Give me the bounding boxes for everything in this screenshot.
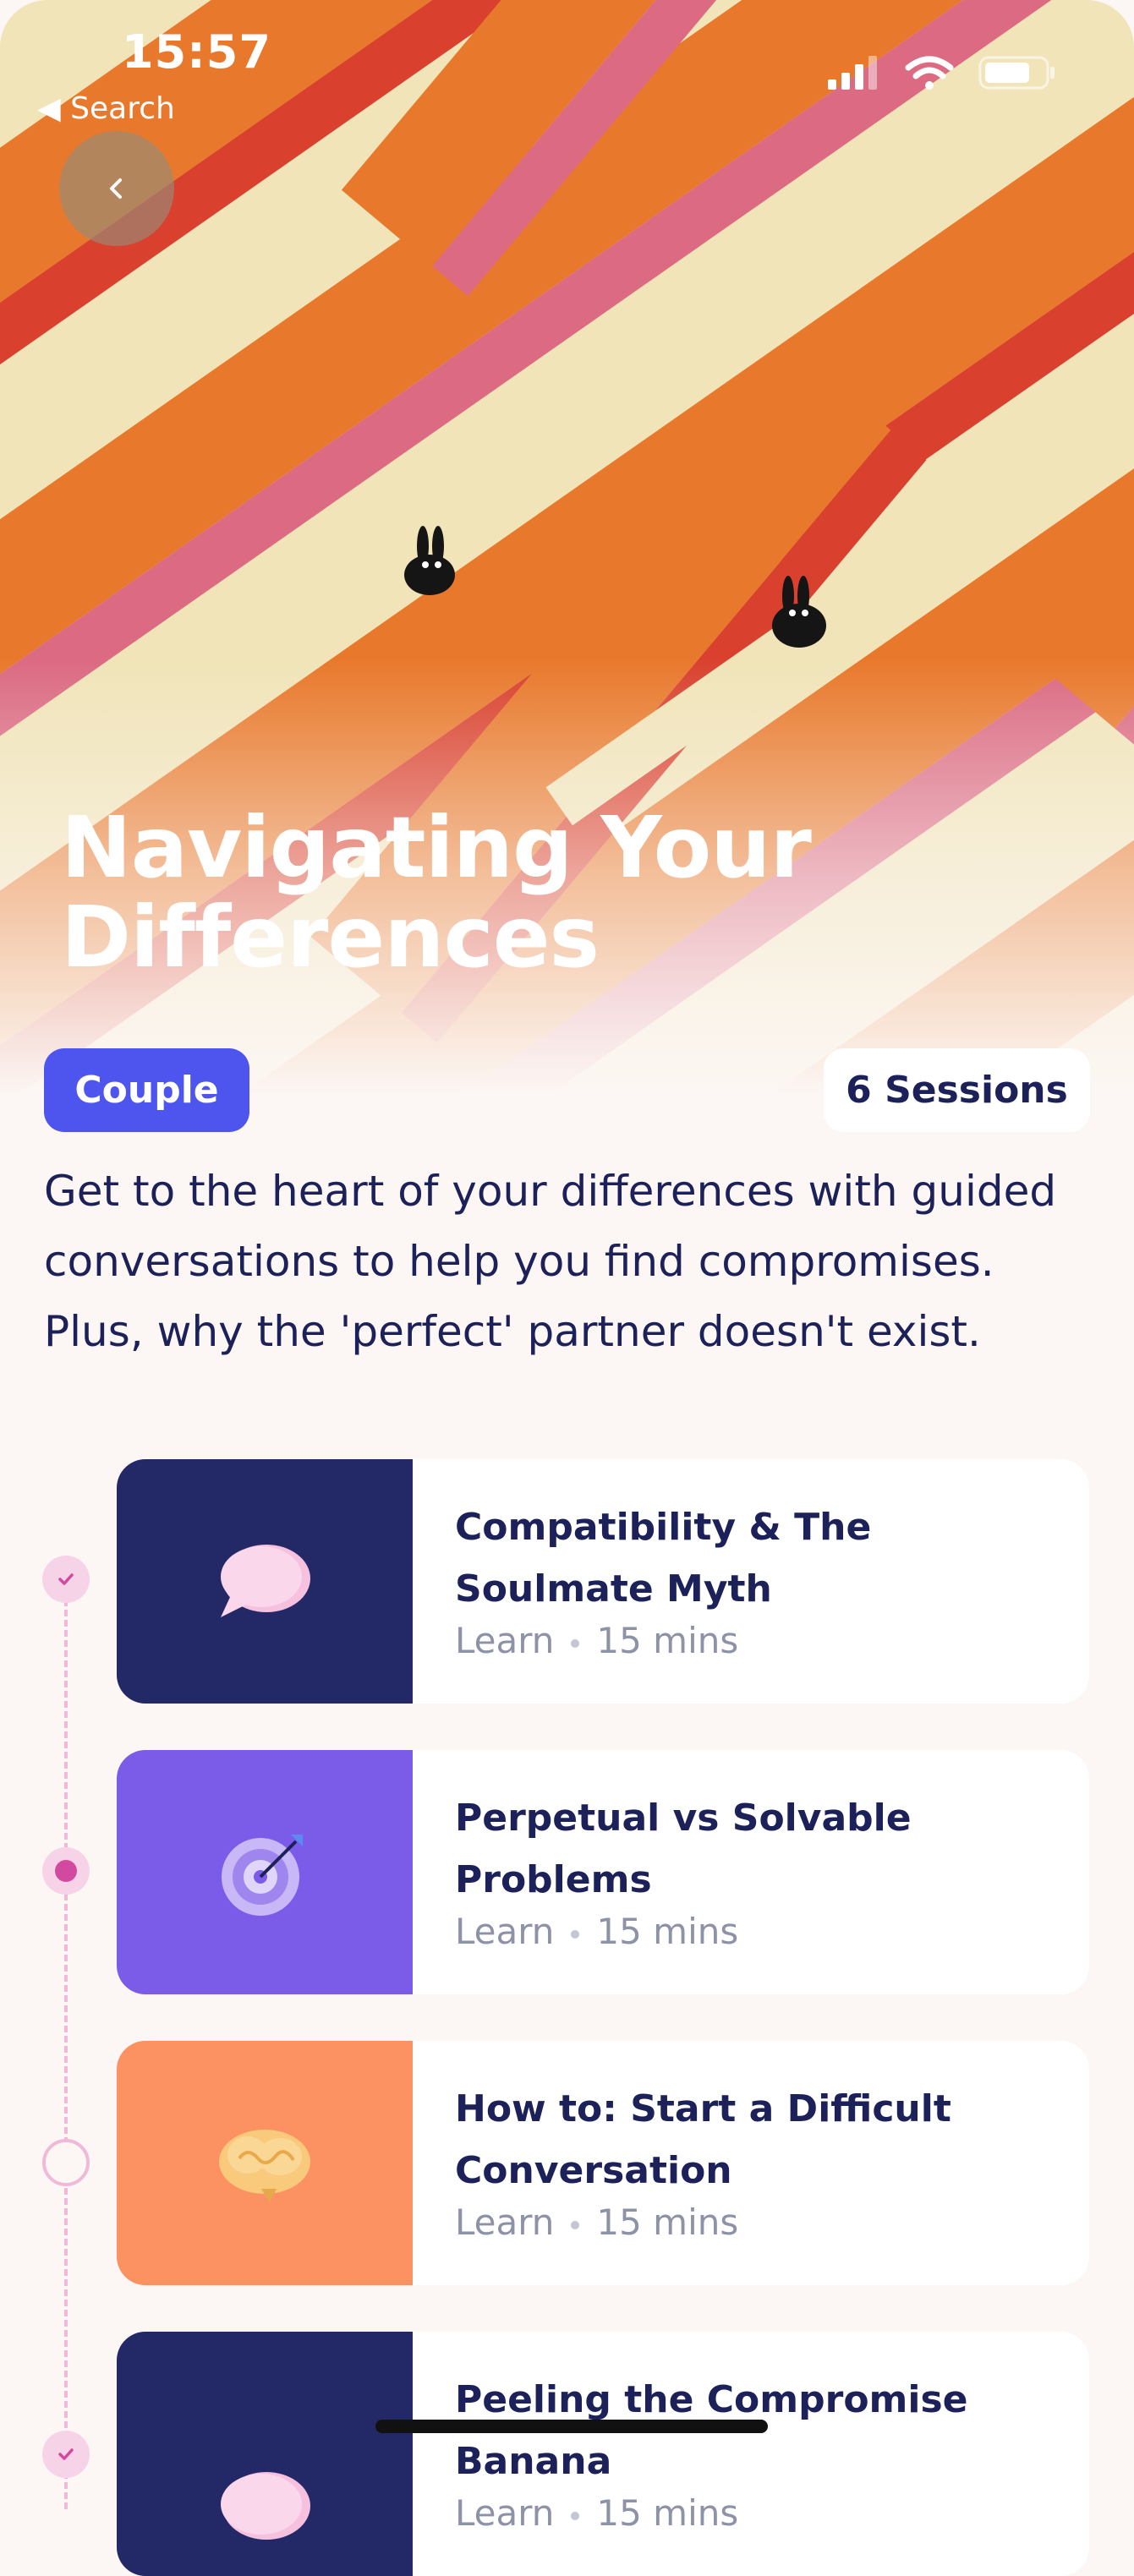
session-thumbnail bbox=[117, 2041, 413, 2285]
back-to-search-link[interactable]: ◀ Search bbox=[37, 91, 175, 126]
back-button[interactable] bbox=[59, 131, 174, 246]
session-thumbnail bbox=[117, 2332, 413, 2576]
session-type: Learn bbox=[455, 1911, 555, 1952]
chevron-left-icon bbox=[110, 178, 122, 199]
speech-bubble-icon bbox=[221, 2471, 310, 2540]
session-card[interactable]: Peeling the Compromise Banana Learn 15 mi… bbox=[117, 2332, 1089, 2576]
session-card[interactable]: Perpetual vs Solvable Problems Learn 15 m… bbox=[117, 1750, 1089, 1994]
session-meta: Learn 15 mins bbox=[455, 1620, 738, 1661]
status-time: 15:57 bbox=[122, 25, 271, 79]
brain-icon bbox=[219, 2129, 310, 2202]
speech-bubble-icon bbox=[221, 1544, 310, 1617]
session-status-done-icon bbox=[42, 2431, 90, 2478]
session-status-current-icon bbox=[42, 1847, 90, 1895]
session-status-done-icon bbox=[42, 1556, 90, 1603]
course-description: Get to the heart of your differences wit… bbox=[44, 1167, 1057, 1356]
timeline-line bbox=[64, 1579, 68, 2509]
session-meta: Learn 15 mins bbox=[455, 2201, 738, 2243]
category-tag: Couple bbox=[44, 1048, 249, 1132]
session-status-todo-icon bbox=[42, 2139, 90, 2186]
session-card[interactable]: Compatibility & The Soulmate Myth Learn 1… bbox=[117, 1459, 1089, 1704]
session-duration: 15 mins bbox=[596, 2201, 739, 2243]
battery-icon bbox=[978, 56, 1055, 90]
page-title: Navigating Your Differences bbox=[61, 798, 812, 987]
session-thumbnail bbox=[117, 1459, 413, 1704]
target-icon bbox=[222, 1834, 303, 1916]
session-duration: 15 mins bbox=[596, 1620, 739, 1661]
session-meta: Learn 15 mins bbox=[455, 1911, 738, 1952]
status-bar: 15:57 ◀ Search bbox=[0, 0, 1134, 126]
cellular-signal-icon bbox=[828, 56, 877, 90]
session-type: Learn bbox=[455, 2201, 555, 2243]
status-icons bbox=[828, 54, 1056, 95]
session-title: How to: Start a Difficult Conversation bbox=[455, 2087, 951, 2192]
session-thumbnail bbox=[117, 1750, 413, 1994]
session-card[interactable]: How to: Start a Difficult Conversation L… bbox=[117, 2041, 1089, 2285]
session-duration: 15 mins bbox=[596, 1911, 739, 1952]
wifi-icon bbox=[905, 56, 954, 90]
sessions-count-badge: 6 Sessions bbox=[824, 1048, 1090, 1132]
session-title: Perpetual vs Solvable Problems bbox=[455, 1797, 912, 1901]
session-meta: Learn 15 mins bbox=[455, 2492, 738, 2534]
session-duration: 15 mins bbox=[596, 2492, 739, 2534]
session-type: Learn bbox=[455, 2492, 555, 2534]
home-indicator[interactable] bbox=[375, 2420, 768, 2433]
session-type: Learn bbox=[455, 1620, 555, 1661]
session-title: Compatibility & The Soulmate Myth bbox=[455, 1506, 872, 1611]
